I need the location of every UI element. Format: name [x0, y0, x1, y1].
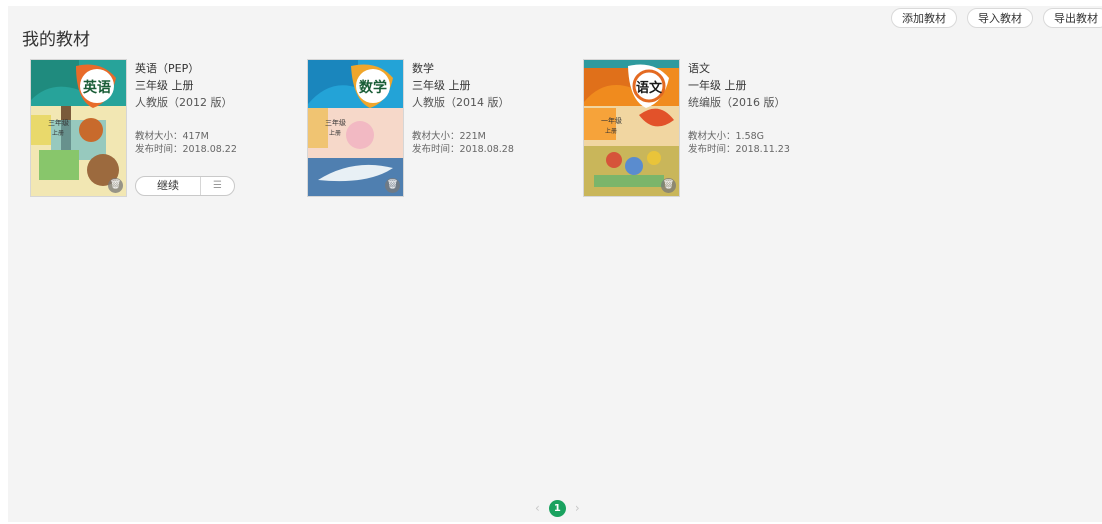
textbook-edition: 统编版（2016 版）	[688, 96, 786, 109]
page-title: 我的教材	[22, 30, 90, 50]
cover-chinese-term: 上册	[605, 127, 617, 135]
cover-english-grade: 三年级	[48, 118, 69, 127]
textbook-name: 数学	[412, 62, 434, 75]
trash-icon: 🗑	[386, 180, 399, 190]
delete-math-button[interactable]: 🗑	[385, 178, 400, 193]
cover-chinese-grade: 一年级	[601, 116, 622, 125]
cover-english[interactable]: 英语 三年级 上册 🗑	[30, 59, 127, 197]
cover-chinese-title: 语文	[636, 80, 663, 96]
cover-english-term: 上册	[52, 129, 64, 137]
textbook-edition: 人教版（2014 版）	[412, 96, 510, 109]
textbook-name: 语文	[688, 62, 710, 75]
textbook-name: 英语（PEP）	[135, 62, 200, 75]
textbook-release-date: 发布时间：2018.08.22	[135, 144, 237, 155]
delete-english-button[interactable]: 🗑	[108, 178, 123, 193]
textbook-edition: 人教版（2012 版）	[135, 96, 233, 109]
textbook-card-chinese: 语文 一年级 上册 🗑 语文 一年级 上册 统编版（2016 版） 教材大小：1…	[583, 59, 843, 199]
textbook-size: 教材大小：417M	[135, 131, 209, 142]
textbook-release-date: 发布时间：2018.08.28	[412, 144, 514, 155]
catalog-button[interactable]: ☰	[201, 177, 234, 195]
cover-math-image: 数学 三年级 上册	[308, 60, 403, 196]
cover-english-image: 英语 三年级 上册	[31, 60, 126, 196]
textbook-card-english: 英语 三年级 上册 🗑 英语（PEP） 三年级 上册 人教版（2012 版） 教…	[30, 59, 290, 199]
add-textbook-button[interactable]: 添加教材	[891, 8, 957, 28]
textbook-release-date: 发布时间：2018.11.23	[688, 144, 790, 155]
export-textbook-button[interactable]: 导出教材	[1043, 8, 1102, 28]
textbook-size: 教材大小：1.58G	[688, 131, 765, 142]
textbook-size: 教材大小：221M	[412, 131, 486, 142]
continue-button-group: 继续 ☰	[135, 176, 235, 196]
cover-math[interactable]: 数学 三年级 上册 🗑	[307, 59, 404, 197]
trash-icon: 🗑	[109, 180, 122, 190]
cover-math-grade: 三年级	[325, 118, 346, 127]
delete-chinese-button[interactable]: 🗑	[661, 178, 676, 193]
page-1-button[interactable]: 1	[548, 499, 566, 517]
textbook-card-math: 数学 三年级 上册 🗑 数学 三年级 上册 人教版（2014 版） 教材大小：2…	[307, 59, 567, 199]
textbook-grade: 三年级 上册	[412, 79, 471, 92]
list-icon: ☰	[213, 180, 222, 191]
textbook-info-english: 英语（PEP） 三年级 上册 人教版（2012 版） 教材大小：417M 发布时…	[135, 60, 285, 156]
cover-chinese-image: 语文 一年级 上册	[584, 60, 679, 196]
import-textbook-button[interactable]: 导入教材	[967, 8, 1033, 28]
cover-math-title: 数学	[359, 79, 387, 96]
trash-icon: 🗑	[662, 180, 675, 190]
textbook-grade: 一年级 上册	[688, 79, 747, 92]
cover-chinese[interactable]: 语文 一年级 上册 🗑	[583, 59, 680, 197]
textbook-info-chinese: 语文 一年级 上册 统编版（2016 版） 教材大小：1.58G 发布时间：20…	[688, 60, 838, 156]
next-page-button[interactable]: ›	[575, 501, 580, 515]
cover-english-title: 英语	[82, 79, 111, 96]
textbook-info-math: 数学 三年级 上册 人教版（2014 版） 教材大小：221M 发布时间：201…	[412, 60, 562, 156]
cover-math-term: 上册	[329, 129, 341, 137]
textbook-grade: 三年级 上册	[135, 79, 194, 92]
continue-button[interactable]: 继续	[136, 177, 201, 195]
prev-page-button[interactable]: ‹	[535, 501, 540, 515]
pagination: ‹ 1 ›	[535, 499, 590, 517]
